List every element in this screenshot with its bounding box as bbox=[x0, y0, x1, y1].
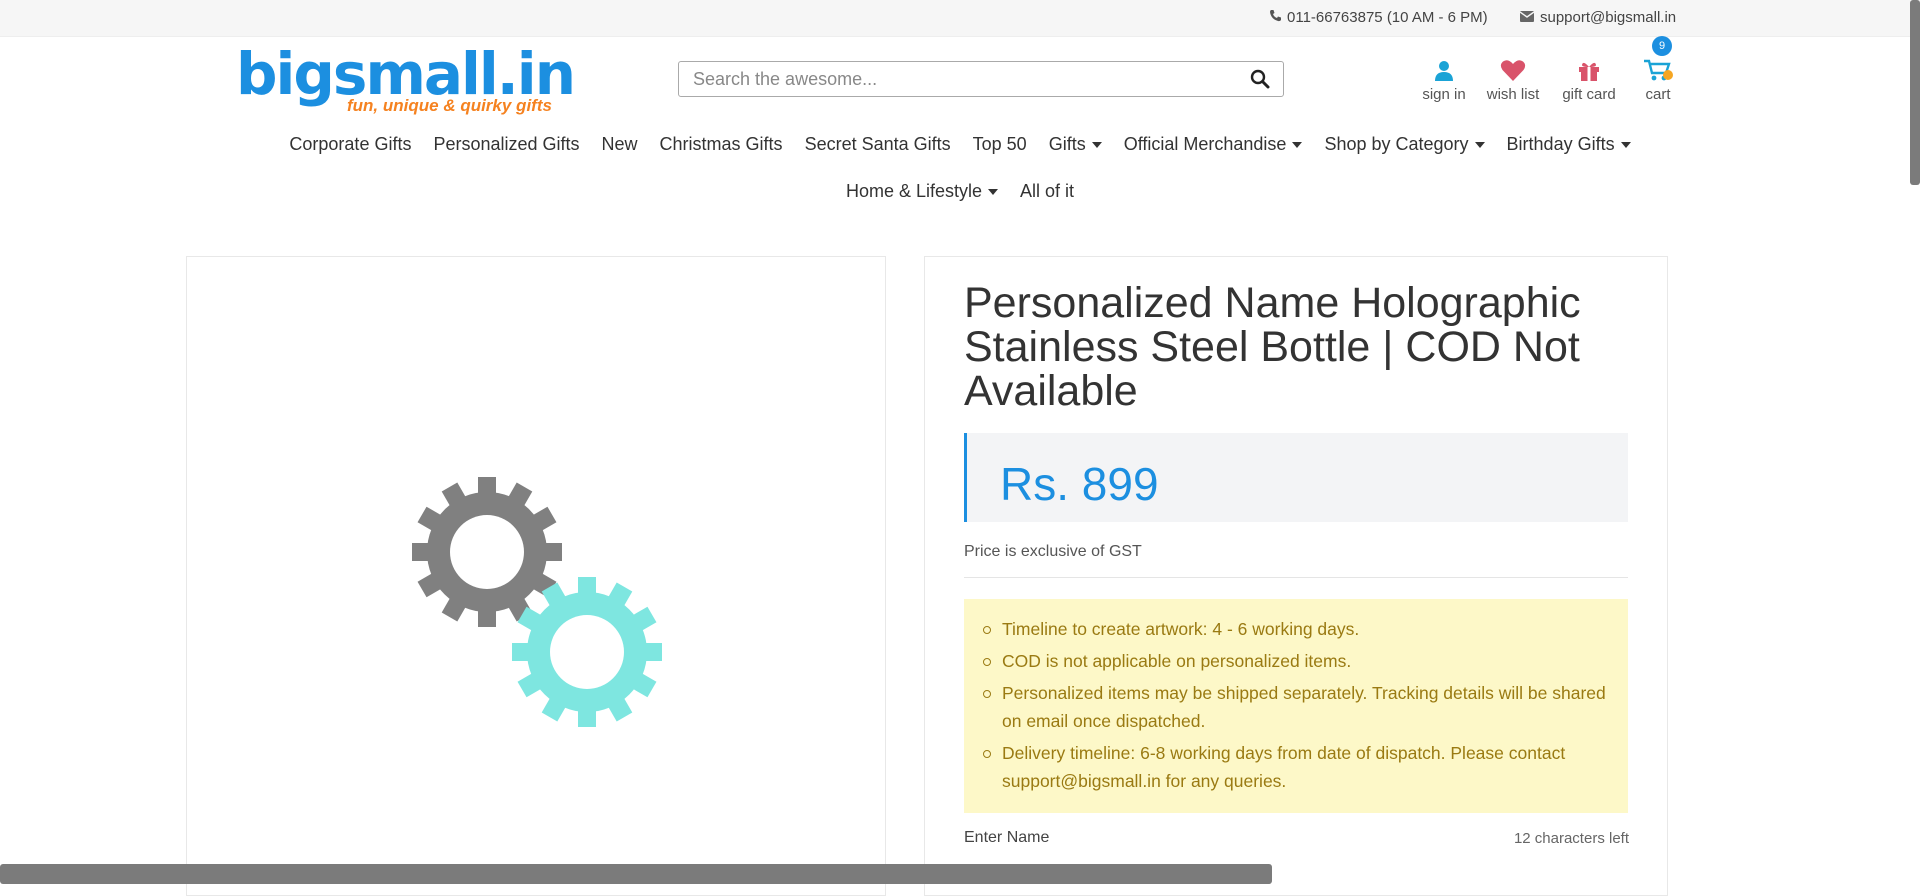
gift-card-label: gift card bbox=[1562, 86, 1616, 103]
caret-down-icon bbox=[1091, 141, 1102, 148]
nav-corporate-gifts[interactable]: Corporate Gifts bbox=[278, 134, 422, 155]
heart-icon bbox=[1483, 52, 1543, 82]
sign-in-label: sign in bbox=[1422, 86, 1466, 103]
main-nav-row-2: Home & Lifestyle All of it bbox=[0, 181, 1920, 202]
main-nav-row-1: Corporate Gifts Personalized Gifts New C… bbox=[0, 134, 1920, 155]
gift-icon bbox=[1558, 52, 1620, 82]
phone-icon bbox=[1269, 9, 1281, 26]
cart-link[interactable]: 9 cart bbox=[1638, 36, 1678, 103]
loading-gears-icon bbox=[412, 477, 672, 742]
email-text: support@bigsmall.in bbox=[1540, 9, 1677, 26]
product-price: Rs. 899 bbox=[1000, 458, 1159, 510]
nav-home-lifestyle[interactable]: Home & Lifestyle bbox=[835, 181, 1009, 202]
nav-top-50[interactable]: Top 50 bbox=[962, 134, 1038, 155]
caret-down-icon bbox=[1620, 141, 1631, 148]
top-contact-bar: 011-66763875 (10 AM - 6 PM) support@bigs… bbox=[0, 0, 1920, 37]
phone-contact[interactable]: 011-66763875 (10 AM - 6 PM) bbox=[1269, 9, 1488, 26]
user-icon bbox=[1421, 52, 1467, 82]
product-title: Personalized Name Holographic Stainless … bbox=[964, 279, 1581, 415]
gst-note: Price is exclusive of GST bbox=[964, 543, 1628, 578]
wish-list-link[interactable]: wish list bbox=[1483, 52, 1543, 103]
cart-label: cart bbox=[1645, 86, 1671, 103]
caret-down-icon bbox=[988, 188, 999, 195]
product-details-panel: Personalized Name Holographic Stainless … bbox=[924, 256, 1668, 896]
sign-in-link[interactable]: sign in bbox=[1421, 52, 1467, 103]
horizontal-scrollbar[interactable] bbox=[0, 864, 1272, 884]
caret-down-icon bbox=[1474, 141, 1485, 148]
price-box: Rs. 899 bbox=[964, 433, 1628, 522]
search-icon[interactable] bbox=[1245, 64, 1275, 94]
search-bar bbox=[678, 61, 1284, 97]
notice-item: Personalized items may be shipped separa… bbox=[983, 679, 1608, 735]
site-logo[interactable]: bigsmall.in fun, unique & quirky gifts bbox=[236, 42, 576, 122]
nav-shop-by-category[interactable]: Shop by Category bbox=[1313, 134, 1495, 155]
phone-text: 011-66763875 (10 AM - 6 PM) bbox=[1287, 9, 1488, 26]
notice-item: Delivery timeline: 6-8 working days from… bbox=[983, 739, 1608, 795]
nav-secret-santa-gifts[interactable]: Secret Santa Gifts bbox=[794, 134, 962, 155]
envelope-icon bbox=[1519, 9, 1535, 26]
cart-icon: 9 bbox=[1638, 36, 1678, 82]
nav-birthday-gifts[interactable]: Birthday Gifts bbox=[1496, 134, 1642, 155]
nav-all-of-it[interactable]: All of it bbox=[1009, 181, 1085, 202]
notice-item: Timeline to create artwork: 4 - 6 workin… bbox=[983, 615, 1608, 643]
nav-christmas-gifts[interactable]: Christmas Gifts bbox=[649, 134, 794, 155]
vertical-scrollbar[interactable] bbox=[1910, 0, 1920, 185]
name-field-char-count: 12 characters left bbox=[1513, 830, 1629, 847]
cart-count-badge: 9 bbox=[1652, 36, 1672, 56]
gift-card-link[interactable]: gift card bbox=[1558, 52, 1620, 103]
name-field-label: Enter Name bbox=[964, 829, 1050, 846]
search-input[interactable] bbox=[691, 63, 1245, 95]
wish-list-label: wish list bbox=[1486, 86, 1540, 103]
nav-personalized-gifts[interactable]: Personalized Gifts bbox=[422, 134, 590, 155]
notice-item: COD is not applicable on personalized it… bbox=[983, 647, 1608, 675]
nav-gifts[interactable]: Gifts bbox=[1038, 134, 1113, 155]
nav-official-merchandise[interactable]: Official Merchandise bbox=[1113, 134, 1314, 155]
product-image-panel bbox=[186, 256, 886, 896]
caret-down-icon bbox=[1292, 141, 1303, 148]
logo-tagline: fun, unique & quirky gifts bbox=[347, 96, 552, 115]
nav-new[interactable]: New bbox=[591, 134, 649, 155]
email-contact[interactable]: support@bigsmall.in bbox=[1519, 9, 1677, 26]
shipping-notice: Timeline to create artwork: 4 - 6 workin… bbox=[964, 599, 1628, 813]
